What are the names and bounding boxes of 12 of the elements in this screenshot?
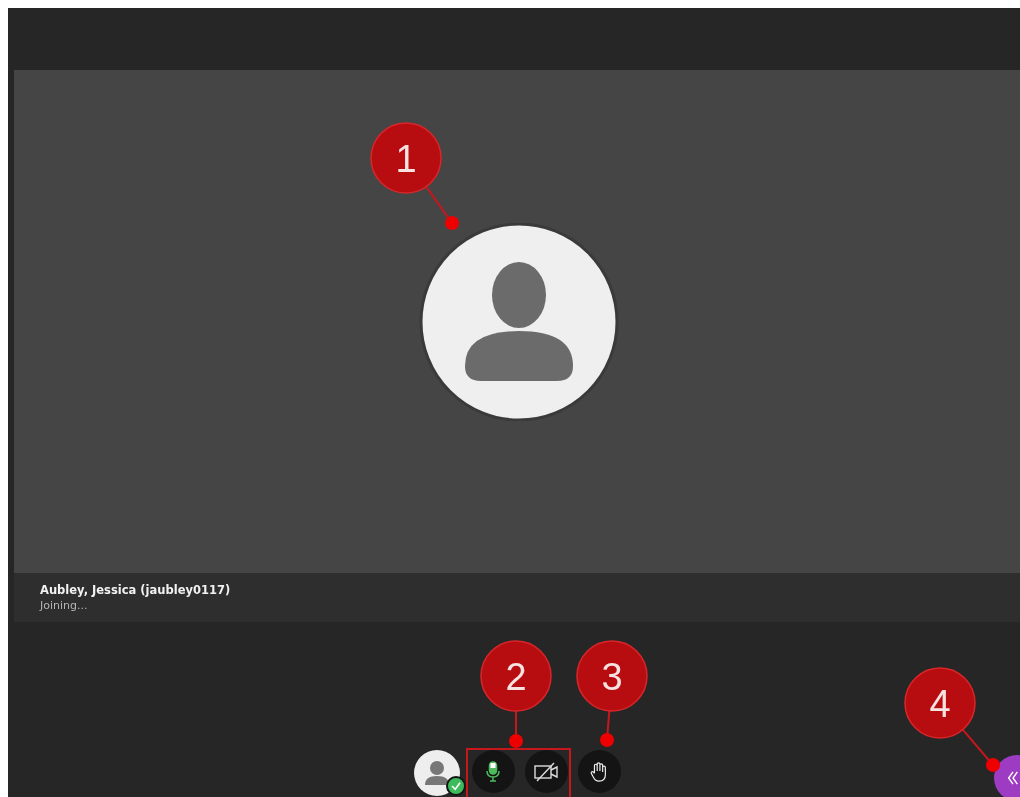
camera-button[interactable] [524,750,568,793]
participant-status: Joining... [40,599,89,612]
microphone-button[interactable] [471,750,515,793]
raise-hand-button[interactable] [577,750,621,793]
avatar-icon [417,222,621,421]
double-chevron-icon [1006,769,1020,787]
person-icon [413,750,460,796]
avatar-button[interactable] [413,750,466,796]
camera-icon [533,760,559,783]
hand-icon [589,759,609,784]
participant-name: Aubley, Jessica (jaubley0117) [40,583,232,597]
microphone-icon [483,759,503,784]
